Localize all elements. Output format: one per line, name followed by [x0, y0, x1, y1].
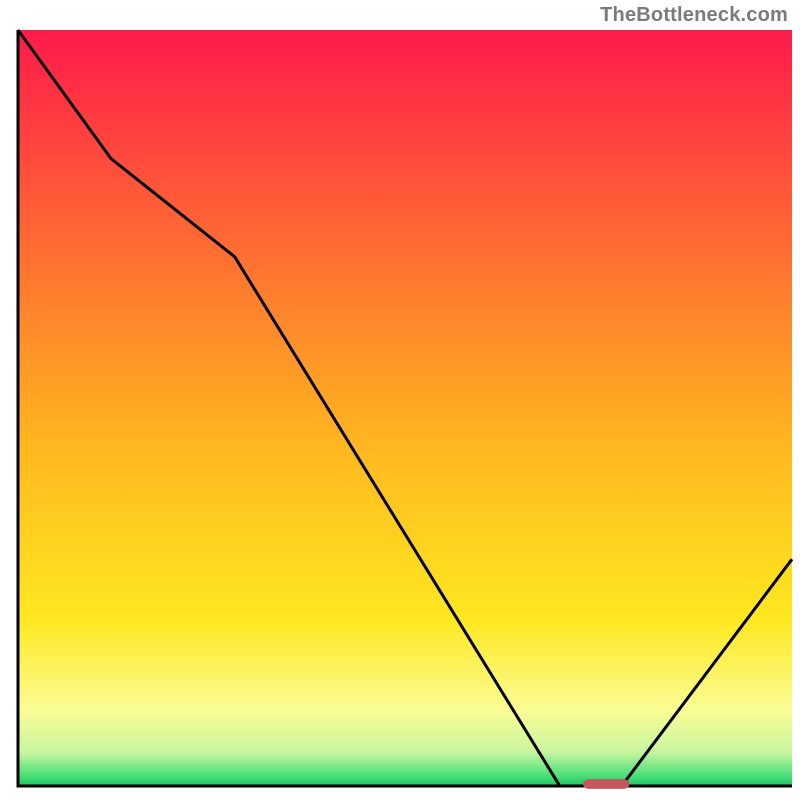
plot-background-gradient	[18, 30, 792, 786]
optimal-point-marker	[583, 779, 629, 789]
bottleneck-chart	[0, 0, 800, 800]
chart-frame: TheBottleneck.com	[0, 0, 800, 800]
